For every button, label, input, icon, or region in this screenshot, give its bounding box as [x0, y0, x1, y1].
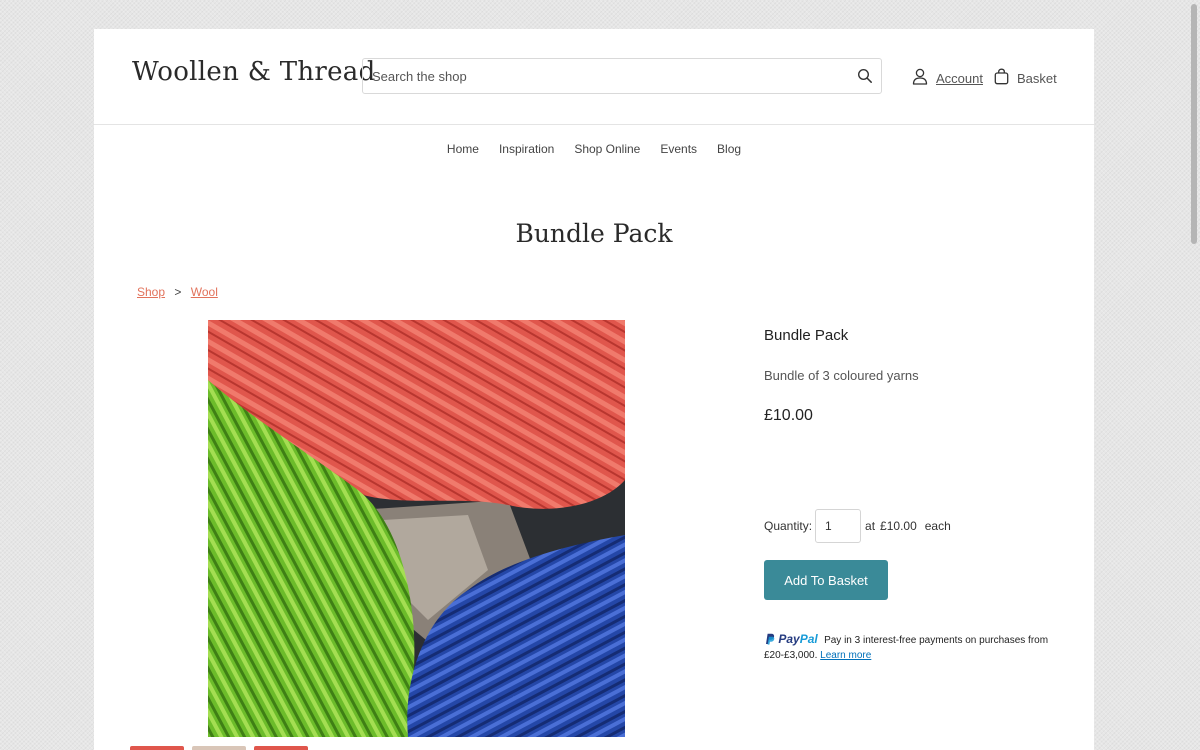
- paypal-logo-pal: Pal: [799, 632, 818, 646]
- paypal-icon: [766, 633, 775, 645]
- account-label: Account: [936, 70, 983, 86]
- nav-item-home[interactable]: Home: [447, 142, 479, 156]
- nav-item-inspiration[interactable]: Inspiration: [499, 142, 554, 156]
- thumbnail-2[interactable]: [192, 746, 246, 750]
- product-description: Bundle of 3 coloured yarns: [764, 368, 919, 383]
- nav-item-shop-online[interactable]: Shop Online: [574, 142, 640, 156]
- site-header: Woollen & Thread Account Basket: [94, 29, 1094, 125]
- search-box: [362, 58, 882, 94]
- nav-item-events[interactable]: Events: [660, 142, 697, 156]
- unit-price: £10.00: [880, 519, 917, 533]
- nav-item-blog[interactable]: Blog: [717, 142, 741, 156]
- thumbnail-3[interactable]: [254, 746, 308, 750]
- basket-link[interactable]: Basket: [994, 68, 1057, 88]
- yarn-photo: [208, 320, 625, 737]
- shopping-bag-icon: [994, 68, 1009, 88]
- quantity-input[interactable]: [815, 509, 862, 543]
- thumbnail-1[interactable]: [130, 746, 184, 750]
- breadcrumb-wool-link[interactable]: Wool: [191, 285, 218, 299]
- add-to-basket-button[interactable]: Add To Basket: [764, 560, 888, 600]
- page-container: Woollen & Thread Account Basket Home Ins…: [94, 29, 1094, 750]
- search-input[interactable]: [363, 59, 852, 93]
- paypal-logo: PayPal: [764, 632, 821, 646]
- site-logo[interactable]: Woollen & Thread: [132, 57, 376, 87]
- paypal-learn-more-link[interactable]: Learn more: [820, 650, 871, 661]
- at-label: at: [865, 519, 876, 533]
- basket-label: Basket: [1017, 70, 1057, 86]
- each-label: each: [924, 519, 951, 533]
- breadcrumb-shop-link[interactable]: Shop: [137, 285, 165, 299]
- quantity-row: Quantity: at £10.00 each: [764, 509, 951, 543]
- thumbnail-strip: [130, 746, 308, 750]
- quantity-label: Quantity:: [764, 519, 813, 533]
- breadcrumb: Shop > Wool: [137, 285, 218, 299]
- page-scrollbar[interactable]: [1188, 0, 1200, 750]
- product-price: £10.00: [764, 407, 813, 424]
- user-icon: [912, 68, 928, 88]
- account-link[interactable]: Account: [912, 68, 983, 88]
- main-nav: Home Inspiration Shop Online Events Blog: [94, 142, 1094, 156]
- scrollbar-thumb[interactable]: [1191, 4, 1197, 244]
- paypal-message: PayPal Pay in 3 interest-free payments o…: [764, 632, 1056, 663]
- product-name: Bundle Pack: [764, 327, 849, 344]
- page-title: Bundle Pack: [515, 219, 673, 248]
- search-icon[interactable]: [857, 68, 873, 84]
- product-image[interactable]: [208, 320, 625, 737]
- paypal-logo-pay: Pay: [778, 632, 800, 646]
- breadcrumb-separator: >: [174, 285, 182, 299]
